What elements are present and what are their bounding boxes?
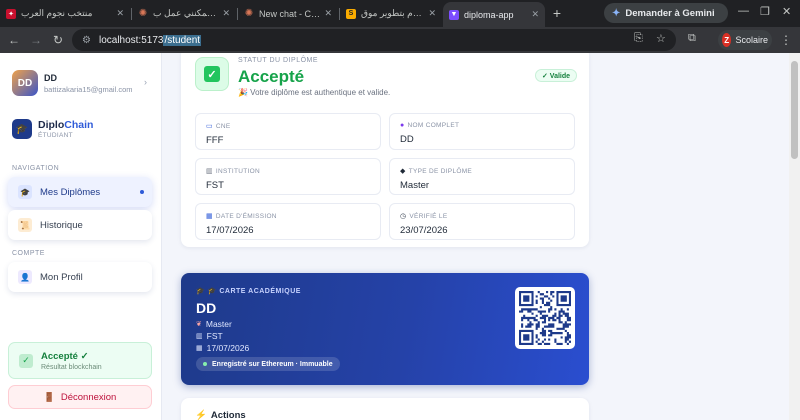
status-check-icon: ✓ [195,57,229,91]
new-tab-button[interactable]: + [548,4,566,22]
reload-icon[interactable]: ↻ [50,32,66,48]
status-description: 🎉 Votre diplôme est authentique et valid… [238,88,391,97]
field-verifie-le: ◷ VÉRIFIÉ LE 23/07/2026 [389,203,575,240]
maximize-icon[interactable]: ❐ [760,5,770,18]
lightning-icon: ⚡ [195,410,207,420]
clock-icon: ◷ [400,213,407,220]
id-card-icon: ▭ [206,123,213,130]
calendar-icon: ▦ [206,213,213,220]
browser-tab-active[interactable]: ▼ diploma-app ✕ [443,2,545,27]
status-title: Accepté ✓ [41,350,89,362]
status-title: Accepté [238,67,305,86]
s-doc-icon: S [346,8,356,19]
academic-card: 🎓 🎓 CARTE ACADÉMIQUE DD ❦ Master ▥ FST ▦ 17… [181,273,589,385]
user-email: battizakaria15@gmail.com [44,84,133,94]
person-icon: 👤 [18,270,32,284]
scrollbar-thumb[interactable] [791,61,798,159]
field-date-emission: ▦ DATE D'ÉMISSION 17/07/2026 [195,203,381,240]
chevron-right-icon[interactable]: › [144,77,147,87]
nav-section-label: NAVIGATION [12,165,60,172]
field-nom-complet: ● NOM COMPLET DD [389,113,575,150]
minimize-icon[interactable]: — [738,5,749,17]
gemini-button[interactable]: ✦ Demander à Gemini [604,3,728,23]
brand-logo: 🎓 DiploChain ÉTUDIANT [12,119,93,139]
account-section-label: COMPTE [12,250,45,257]
check-icon: ✓ [19,353,33,368]
person-icon: ● [400,122,405,129]
diploma-status-card: ✓ STATUT DU DIPLÔME Accepté 🎉 Votre dipl… [181,53,589,247]
graduation-cap-icon: 🎓 [18,185,32,199]
profile-avatar: Z [722,33,732,47]
browser-tab-3[interactable]: ✺ New chat - Claude ✕ [238,3,338,24]
profile-button[interactable]: Z Scolaire [718,30,772,50]
academic-card-date: ▦ 17/07/2026 [196,343,250,353]
avatar: DD [12,70,38,96]
site-info-icon[interactable]: ⚙ [82,35,91,46]
field-type-diplome: ◆ TYPE DE DIPLÔME Master [389,158,575,195]
graduation-cap-icon: 🎓 [12,119,32,139]
academic-card-institution: ▥ FST [196,331,223,341]
field-cne: ▭ CNE FFF [195,113,381,150]
close-tab-icon[interactable]: ✕ [531,9,539,20]
blockchain-status-box: ✓ Accepté ✓ Résultat blockchain [8,342,152,379]
actions-title: ⚡ Actions [195,410,246,420]
ethereum-badge: Enregistré sur Ethereum · Immuable [196,357,340,371]
claude-icon: ✺ [138,8,148,19]
user-name: DD [44,72,57,83]
valid-badge: ✓ Valide [535,69,578,82]
close-tab-icon[interactable]: ✕ [428,8,436,19]
close-tab-icon[interactable]: ✕ [222,8,230,19]
logout-icon: 🚪 [43,391,55,402]
active-indicator-dot [140,190,144,194]
status-dot [203,362,207,366]
browser-tab-2[interactable]: ✺ ماذا يمكنني عمل ب ✕ [132,3,236,24]
back-arrow-icon[interactable]: ← [6,32,22,48]
brand-role: ÉTUDIANT [38,132,73,139]
logout-button[interactable]: 🚪 Déconnexion [8,385,152,409]
sidebar-item-mes-diplomes[interactable]: 🎓 Mes Diplômes [8,177,152,207]
browser-toolbar: ← → ↻ ⚙ localhost:5173/student ⎘ ☆ ⧉ Z S… [0,27,800,53]
page-viewport: DD DD battizakaria15@gmail.com › 🎓 Diplo… [0,53,800,420]
translate-icon[interactable]: ⎘ [634,32,643,45]
close-tab-icon[interactable]: ✕ [324,8,332,19]
browser-tab-1[interactable]: ✦ منتخب نجوم العرب ✕ [0,3,130,24]
ribbon-icon: ❦ [196,321,202,328]
field-institution: ▥ INSTITUTION FST [195,158,381,195]
close-tab-icon[interactable]: ✕ [116,8,124,19]
scroll-icon: 📜 [18,218,32,232]
browser-menu-icon[interactable]: ⋮ [780,33,792,47]
graduation-cap-icon: ◆ [400,168,406,175]
academic-card-degree: ❦ Master [196,319,232,329]
actions-card: ⚡ Actions [181,398,589,420]
academic-card-label: 🎓 🎓 CARTE ACADÉMIQUE [196,288,301,295]
vite-icon: ▼ [449,9,459,20]
browser-tab-4[interactable]: S سأقوم بتطوير موق ✕ [340,3,442,24]
graduation-cap-icon: 🎓 🎓 [196,288,217,295]
extensions-puzzle-icon[interactable]: ⧉ [688,32,696,45]
browser-tab-bar: ✦ منتخب نجوم العرب ✕ ✺ ماذا يمكنني عمل ب… [0,0,800,27]
page-scrollbar[interactable] [789,53,800,420]
close-window-icon[interactable]: ✕ [782,5,791,18]
qr-code-icon [519,291,571,345]
sidebar-item-mon-profil[interactable]: 👤 Mon Profil [8,262,152,292]
bookmark-star-icon[interactable]: ☆ [656,32,666,45]
sidebar: DD DD battizakaria15@gmail.com › 🎓 Diplo… [0,53,162,420]
status-label: STATUT DU DIPLÔME [238,57,319,64]
user-menu[interactable]: DD DD battizakaria15@gmail.com [12,70,132,96]
claude-icon: ✺ [244,8,254,19]
academic-card-name: DD [196,300,217,316]
sidebar-item-historique[interactable]: 📜 Historique [8,210,152,240]
calendar-icon: ▦ [196,345,203,352]
brand-name: DiploChain [38,119,94,131]
status-subtitle: Résultat blockchain [41,363,102,371]
forward-arrow-icon[interactable]: → [28,32,44,48]
gemini-sparkle-icon: ✦ [612,7,621,19]
address-bar[interactable]: ⚙ localhost:5173/student [72,29,676,51]
building-icon: ▥ [196,333,203,340]
flag-icon: ✦ [6,8,16,19]
building-icon: ▥ [206,168,213,175]
qr-code[interactable] [515,287,575,349]
